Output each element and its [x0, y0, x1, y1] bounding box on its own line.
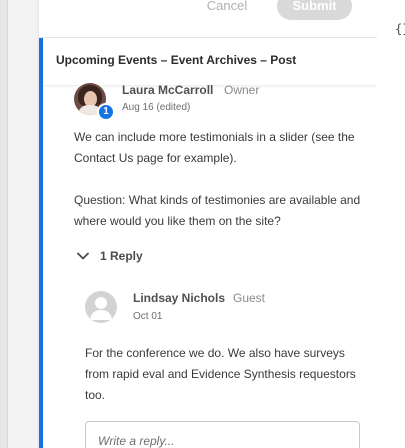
reply-input[interactable] — [85, 421, 360, 448]
comment-paragraph: We can include more testimonials in a sl… — [74, 130, 355, 165]
comments-panel: Cancel Submit Upcoming Events – Event Ar… — [39, 0, 377, 448]
reply-date: Oct 01 — [133, 311, 163, 322]
comment-thread: Upcoming Events – Event Archives – Post … — [39, 38, 377, 448]
cancel-button[interactable]: Cancel — [199, 0, 255, 20]
comment-author-role: Owner — [224, 83, 260, 97]
reply-text: For the conference we do. We also have s… — [85, 346, 356, 402]
code-pane — [377, 0, 405, 448]
thread-header[interactable]: Upcoming Events – Event Archives – Post — [43, 38, 377, 85]
replies-count-label: 1 Reply — [100, 249, 143, 263]
left-edge-strip — [0, 0, 8, 448]
reply-author-role: Guest — [233, 291, 266, 305]
comment-paragraph: Question: What kinds of testimonies are … — [74, 193, 361, 228]
reply-count-badge: 1 — [97, 103, 115, 121]
comment-date: Aug 16 (edited) — [122, 102, 191, 113]
thread-title: Upcoming Events – Event Archives – Post — [56, 53, 297, 67]
submit-button[interactable]: Submit — [277, 0, 352, 20]
comment-author: Laura McCarroll — [122, 83, 214, 97]
replies-toggle[interactable]: 1 Reply — [76, 246, 143, 266]
reply-author: Lindsay Nichols — [133, 291, 226, 305]
chevron-down-icon — [77, 252, 89, 260]
user-silhouette-icon — [85, 291, 117, 323]
form-actions: Cancel Submit — [39, 0, 377, 38]
code-snippet: {} — [395, 22, 405, 36]
